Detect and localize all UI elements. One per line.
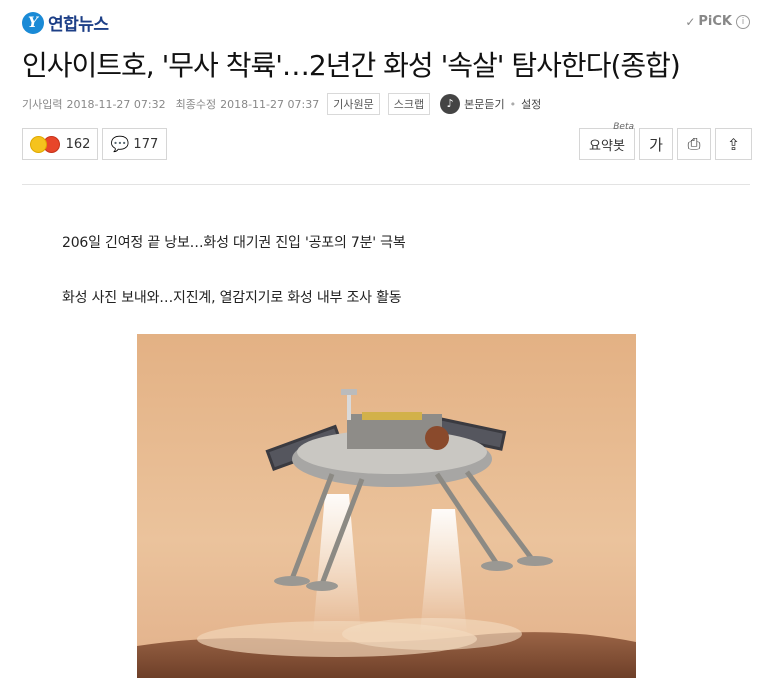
reaction-button[interactable]: 162 bbox=[22, 128, 98, 160]
print-icon: ⎙ bbox=[687, 134, 701, 153]
listen-control[interactable]: ♪ 본문듣기 • 설정 bbox=[440, 94, 541, 114]
article-actions: 162 💬 177 요약봇 Beta 가 ⎙ ⇪ bbox=[22, 122, 752, 160]
input-label: 기사입력 bbox=[22, 98, 63, 111]
subheadline-2: 화성 사진 보내와…지진계, 열감지기로 화성 내부 조사 활동 bbox=[62, 290, 402, 306]
modified-label: 최종수정 bbox=[175, 98, 217, 111]
beta-badge: Beta bbox=[613, 122, 634, 132]
top-bar: Y 연합뉴스 ✓ PiCK i bbox=[22, 10, 750, 38]
comment-count: 177 bbox=[133, 136, 159, 152]
summary-bot-label: 요약봇 bbox=[589, 138, 625, 154]
listen-label[interactable]: 본문듣기 bbox=[464, 96, 504, 112]
reaction-count: 162 bbox=[65, 136, 91, 152]
summary-bot-button[interactable]: 요약봇 Beta bbox=[579, 122, 635, 160]
check-icon: ✓ bbox=[685, 14, 696, 29]
original-article-button[interactable]: 기사원문 bbox=[327, 93, 380, 115]
article-meta: 기사입력 2018-11-27 07:32 최종수정 2018-11-27 07… bbox=[22, 93, 541, 115]
divider bbox=[22, 184, 750, 185]
print-button[interactable]: ⎙ bbox=[677, 128, 711, 160]
article-title: 인사이트호, '무사 착륙'…2년간 화성 '속살' 탐사한다(종합) bbox=[22, 49, 681, 82]
subheadline-1: 206일 긴여정 끝 낭보…화성 대기권 진입 '공포의 7분' 극복 bbox=[62, 235, 406, 251]
share-button[interactable]: ⇪ bbox=[715, 128, 752, 160]
separator-dot: • bbox=[509, 97, 517, 111]
article-photo[interactable] bbox=[137, 334, 636, 678]
pick-label: PiCK bbox=[698, 14, 732, 29]
yonhap-logo-text: 연합뉴스 bbox=[48, 15, 109, 35]
yonhap-logo[interactable]: Y 연합뉴스 bbox=[22, 10, 109, 35]
comment-icon: 💬 bbox=[110, 135, 130, 153]
listen-settings-link[interactable]: 설정 bbox=[521, 96, 541, 112]
comment-button[interactable]: 💬 177 bbox=[102, 128, 167, 160]
scrap-button[interactable]: 스크랩 bbox=[387, 93, 431, 115]
speaker-icon: ♪ bbox=[440, 94, 461, 114]
input-time: 2018-11-27 07:32 bbox=[66, 97, 166, 111]
info-icon[interactable]: i bbox=[736, 14, 750, 29]
yonhap-logo-icon: Y bbox=[22, 11, 44, 34]
mars-lander-illustration bbox=[137, 334, 636, 678]
share-icon: ⇪ bbox=[726, 134, 741, 154]
smile-emoji-icon bbox=[29, 135, 47, 153]
pick-badge[interactable]: ✓ PiCK i bbox=[685, 14, 750, 29]
modified-time: 2018-11-27 07:37 bbox=[220, 97, 320, 111]
font-size-button[interactable]: 가 bbox=[639, 128, 673, 160]
